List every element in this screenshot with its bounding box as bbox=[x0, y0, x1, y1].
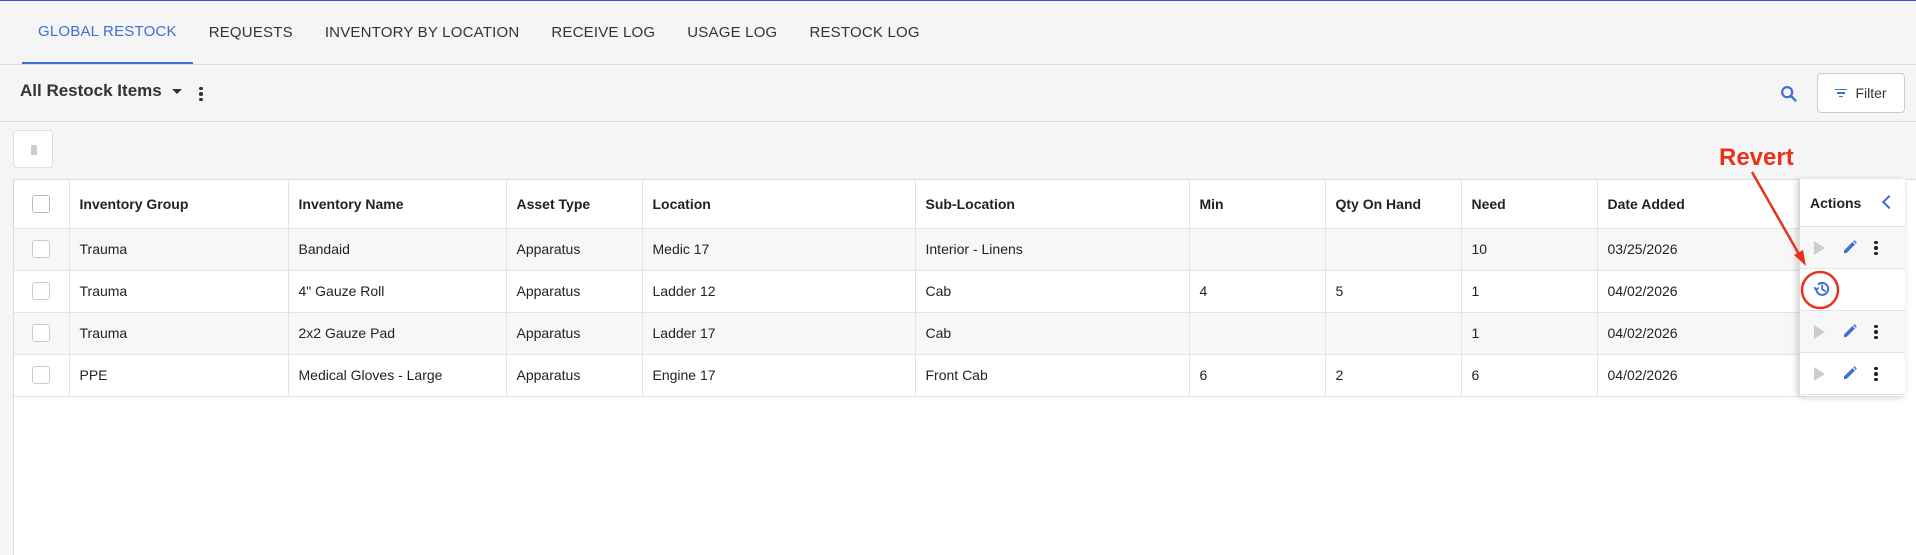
cell-location: Ladder 17 bbox=[642, 312, 916, 355]
action-row bbox=[1800, 227, 1905, 269]
cell-need: 6 bbox=[1461, 354, 1598, 397]
cell-min: 4 bbox=[1189, 270, 1326, 313]
search-icon[interactable] bbox=[1778, 83, 1800, 105]
cell-date-added: 04/02/2026 bbox=[1597, 270, 1805, 313]
view-selector[interactable]: All Restock Items bbox=[20, 81, 182, 101]
view-title: All Restock Items bbox=[20, 81, 162, 100]
action-row bbox=[1800, 311, 1905, 353]
cell-asset-type: Apparatus bbox=[506, 270, 643, 313]
more-vert-icon[interactable] bbox=[1872, 323, 1880, 341]
cell-asset-type: Apparatus bbox=[506, 228, 643, 271]
row-checkbox[interactable] bbox=[32, 240, 51, 259]
cell-min bbox=[1189, 312, 1326, 355]
cell-inventory-group: PPE bbox=[69, 354, 289, 397]
play-icon[interactable] bbox=[1814, 325, 1825, 339]
view-more-icon[interactable] bbox=[196, 85, 206, 103]
actions-header-label: Actions bbox=[1810, 194, 1862, 211]
play-icon[interactable] bbox=[1814, 367, 1825, 381]
cell-need: 10 bbox=[1461, 228, 1598, 271]
column-header[interactable]: Asset Type bbox=[506, 180, 643, 229]
cell-date-added: 04/02/2026 bbox=[1597, 312, 1805, 355]
column-header[interactable]: Sub-Location bbox=[915, 180, 1190, 229]
row-checkbox[interactable] bbox=[32, 366, 51, 385]
column-header[interactable]: Location bbox=[642, 180, 916, 229]
table-header-row: Inventory Group Inventory Name Asset Typ… bbox=[14, 180, 1805, 229]
cell-inventory-name: 2x2 Gauze Pad bbox=[288, 312, 507, 355]
cell-qty-on-hand bbox=[1325, 228, 1462, 271]
cell-qty-on-hand bbox=[1325, 312, 1462, 355]
tab-restock-log[interactable]: RESTOCK LOG bbox=[793, 1, 935, 64]
cell-min bbox=[1189, 228, 1326, 271]
row-select-cell bbox=[14, 270, 70, 313]
cell-location: Engine 17 bbox=[642, 354, 916, 397]
chevron-left-icon[interactable] bbox=[1881, 194, 1897, 210]
play-icon[interactable] bbox=[1814, 241, 1825, 255]
action-row bbox=[1800, 269, 1905, 311]
cell-qty-on-hand: 5 bbox=[1325, 270, 1462, 313]
column-header[interactable]: Min bbox=[1189, 180, 1326, 229]
cell-sub-location: Cab bbox=[915, 312, 1190, 355]
table-row[interactable]: PPE Medical Gloves - Large Apparatus Eng… bbox=[14, 354, 1805, 397]
column-header[interactable]: Date Added bbox=[1597, 180, 1805, 229]
actions-column: Actions bbox=[1799, 179, 1905, 396]
edit-icon[interactable] bbox=[1842, 239, 1858, 255]
bulk-action-button[interactable] bbox=[13, 130, 53, 168]
restock-table: Inventory Group Inventory Name Asset Typ… bbox=[13, 179, 1916, 555]
column-header[interactable]: Inventory Group bbox=[69, 180, 289, 229]
edit-icon[interactable] bbox=[1842, 323, 1858, 339]
cell-inventory-name: 4" Gauze Roll bbox=[288, 270, 507, 313]
table-row[interactable]: Trauma 2x2 Gauze Pad Apparatus Ladder 17… bbox=[14, 312, 1805, 355]
column-header[interactable]: Need bbox=[1461, 180, 1598, 229]
cell-qty-on-hand: 2 bbox=[1325, 354, 1462, 397]
row-select-cell bbox=[14, 312, 70, 355]
cell-sub-location: Cab bbox=[915, 270, 1190, 313]
cell-asset-type: Apparatus bbox=[506, 354, 643, 397]
cell-need: 1 bbox=[1461, 312, 1598, 355]
cell-date-added: 03/25/2026 bbox=[1597, 228, 1805, 271]
tab-receive-log[interactable]: RECEIVE LOG bbox=[535, 1, 671, 64]
cell-sub-location: Front Cab bbox=[915, 354, 1190, 397]
bulk-action-icon bbox=[31, 145, 37, 155]
history-revert-icon[interactable] bbox=[1812, 279, 1832, 299]
select-all-cell bbox=[14, 180, 70, 229]
cell-sub-location: Interior - Linens bbox=[915, 228, 1190, 271]
table-row[interactable]: Trauma Bandaid Apparatus Medic 17 Interi… bbox=[14, 228, 1805, 271]
cell-inventory-name: Bandaid bbox=[288, 228, 507, 271]
tab-global-restock[interactable]: GLOBAL RESTOCK bbox=[22, 1, 193, 64]
cell-inventory-group: Trauma bbox=[69, 312, 289, 355]
cell-inventory-group: Trauma bbox=[69, 270, 289, 313]
select-all-checkbox[interactable] bbox=[32, 194, 51, 213]
toolbar: All Restock Items Filter bbox=[0, 65, 1916, 122]
data-grid: Inventory Group Inventory Name Asset Typ… bbox=[14, 180, 1805, 397]
cell-inventory-group: Trauma bbox=[69, 228, 289, 271]
cell-need: 1 bbox=[1461, 270, 1598, 313]
table-row[interactable]: Trauma 4" Gauze Roll Apparatus Ladder 12… bbox=[14, 270, 1805, 313]
action-row bbox=[1800, 353, 1905, 395]
row-checkbox[interactable] bbox=[32, 324, 51, 343]
filter-label: Filter bbox=[1855, 85, 1887, 101]
row-checkbox[interactable] bbox=[32, 282, 51, 301]
cell-inventory-name: Medical Gloves - Large bbox=[288, 354, 507, 397]
more-vert-icon[interactable] bbox=[1872, 239, 1880, 257]
more-vert-icon[interactable] bbox=[1872, 365, 1880, 383]
row-select-cell bbox=[14, 228, 70, 271]
tab-bar: GLOBAL RESTOCK REQUESTS INVENTORY BY LOC… bbox=[0, 1, 1916, 65]
cell-location: Ladder 12 bbox=[642, 270, 916, 313]
caret-down-icon bbox=[171, 88, 182, 94]
tab-inventory-by-location[interactable]: INVENTORY BY LOCATION bbox=[309, 1, 536, 64]
tab-usage-log[interactable]: USAGE LOG bbox=[671, 1, 793, 64]
column-header[interactable]: Qty On Hand bbox=[1325, 180, 1462, 229]
cell-location: Medic 17 bbox=[642, 228, 916, 271]
row-select-cell bbox=[14, 354, 70, 397]
edit-icon[interactable] bbox=[1842, 365, 1858, 381]
filter-button[interactable]: Filter bbox=[1817, 73, 1905, 113]
tab-requests[interactable]: REQUESTS bbox=[193, 1, 309, 64]
cell-date-added: 04/02/2026 bbox=[1597, 354, 1805, 397]
cell-min: 6 bbox=[1189, 354, 1326, 397]
annotation-label: Revert bbox=[1719, 144, 1794, 171]
actions-header: Actions bbox=[1800, 179, 1905, 227]
filter-icon bbox=[1835, 88, 1848, 98]
cell-asset-type: Apparatus bbox=[506, 312, 643, 355]
column-header[interactable]: Inventory Name bbox=[288, 180, 507, 229]
